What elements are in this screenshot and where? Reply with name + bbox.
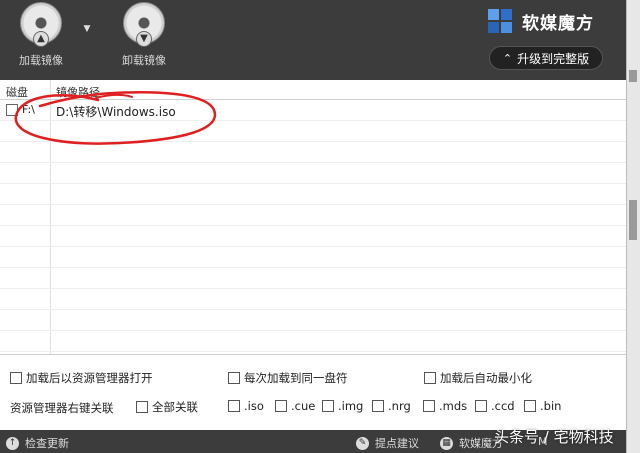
ext-label: .ccd <box>491 399 515 413</box>
open-explorer-checkbox[interactable]: 加载后以资源管理器打开 <box>10 370 153 386</box>
bulb-icon: ✎ <box>356 436 369 450</box>
unmount-image-label: 卸载镜像 <box>122 54 166 67</box>
empty-row <box>0 331 626 352</box>
table-row[interactable]: F:\ D:\转移\Windows.iso <box>0 100 626 121</box>
feedback-link[interactable]: ✎ 提点建议 <box>356 435 419 451</box>
mount-image-button[interactable]: ▲ 加载镜像 <box>9 2 73 68</box>
options-panel: 加载后以资源管理器打开 每次加载到同一盘符 加载后自动最小化 资源管理器右键关联… <box>0 356 626 428</box>
check-update-link[interactable]: ↑ 检查更新 <box>6 435 69 451</box>
checkbox-box[interactable] <box>372 400 384 412</box>
open-explorer-label: 加载后以资源管理器打开 <box>26 371 153 385</box>
same-drive-letter-label: 每次加载到同一盘符 <box>244 371 348 385</box>
all-assoc-checkbox[interactable]: 全部关联 <box>136 399 198 415</box>
checkbox-box[interactable] <box>322 400 334 412</box>
disc-unmount-icon: ▼ <box>123 2 165 47</box>
watermark: 头条号 / 宅物科技 <box>494 428 614 446</box>
drive-letter: F:\ <box>22 103 35 116</box>
checkbox-box[interactable] <box>424 372 436 384</box>
ext-bin-checkbox[interactable]: .bin <box>524 399 561 413</box>
empty-row <box>0 142 626 163</box>
double-chevron-up-icon: ⌃ <box>502 51 513 65</box>
background-window-edge <box>626 0 640 453</box>
brand-name: 软媒魔方 <box>522 13 594 34</box>
empty-row <box>0 289 626 310</box>
disc-mount-icon: ▲ <box>20 2 62 47</box>
empty-row <box>0 163 626 184</box>
empty-row <box>0 121 626 142</box>
ext-iso-checkbox[interactable]: .iso <box>228 399 264 413</box>
checkbox-box[interactable] <box>228 372 240 384</box>
ext-nrg-checkbox[interactable]: .nrg <box>372 399 411 413</box>
checkbox-box[interactable] <box>10 372 22 384</box>
brand: 软媒魔方 <box>488 8 594 34</box>
checkbox-box[interactable] <box>275 400 287 412</box>
ext-cue-checkbox[interactable]: .cue <box>275 399 315 413</box>
mofang-logo-icon <box>488 9 514 33</box>
checkbox-box[interactable] <box>524 400 536 412</box>
checkbox-box[interactable] <box>228 400 240 412</box>
ext-ccd-checkbox[interactable]: .ccd <box>475 399 515 413</box>
grid-icon: ▦ <box>440 436 453 450</box>
checkbox-box[interactable] <box>136 401 148 413</box>
chevron-down-icon[interactable]: ▼ <box>80 24 94 34</box>
ext-img-checkbox[interactable]: .img <box>322 399 363 413</box>
ext-label: .img <box>338 399 364 413</box>
checkbox-box[interactable] <box>475 400 487 412</box>
same-drive-letter-checkbox[interactable]: 每次加载到同一盘符 <box>228 370 348 386</box>
auto-minimize-label: 加载后自动最小化 <box>440 371 532 385</box>
auto-minimize-checkbox[interactable]: 加载后自动最小化 <box>424 370 532 386</box>
empty-row <box>0 205 626 226</box>
unmount-image-button[interactable]: ▼ 卸载镜像 <box>112 2 176 68</box>
upgrade-label: 升级到完整版 <box>517 51 590 66</box>
image-table: 磁盘 镜像路径 F:\ D:\转移\Windows.iso <box>0 80 626 355</box>
mount-image-label: 加载镜像 <box>19 54 63 67</box>
feedback-label: 提点建议 <box>375 437 419 450</box>
image-path: D:\转移\Windows.iso <box>56 105 176 119</box>
context-menu-assoc-label: 资源管理器右键关联 <box>10 401 114 415</box>
checkbox-box[interactable] <box>423 400 435 412</box>
ext-label: .mds <box>439 399 468 413</box>
upgrade-button[interactable]: ⌃ 升级到完整版 <box>489 46 603 70</box>
ext-mds-checkbox[interactable]: .mds <box>423 399 467 413</box>
empty-row <box>0 247 626 268</box>
ext-label: .iso <box>244 399 264 413</box>
empty-row <box>0 184 626 205</box>
all-assoc-label: 全部关联 <box>152 400 198 414</box>
empty-row <box>0 226 626 247</box>
table-header: 磁盘 镜像路径 <box>0 80 626 100</box>
row-checkbox[interactable] <box>6 104 18 116</box>
ext-label: .bin <box>540 399 562 413</box>
empty-row <box>0 310 626 331</box>
arrow-up-circle-icon: ↑ <box>6 436 19 450</box>
ext-label: .nrg <box>388 399 411 413</box>
column-header-disk[interactable]: 磁盘 <box>6 84 28 100</box>
column-header-path[interactable]: 镜像路径 <box>56 84 100 100</box>
ext-label: .cue <box>291 399 316 413</box>
check-update-label: 检查更新 <box>25 437 69 450</box>
toolbar: ▲ 加载镜像 ▼ ▼ 卸载镜像 软媒魔方 ⌃ 升级到完整版 <box>0 0 626 80</box>
empty-row <box>0 268 626 289</box>
